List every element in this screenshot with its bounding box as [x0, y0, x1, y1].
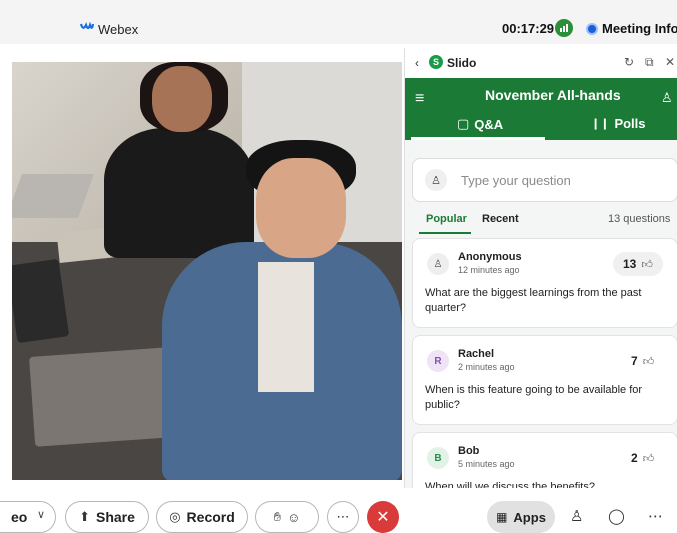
raise-hand-icon: ✋︎	[273, 509, 282, 524]
app-title: Webex	[98, 22, 139, 37]
question-card: R Rachel 2 minutes ago 7 👍︎ When is this…	[412, 335, 677, 425]
question-author: Bob	[458, 445, 480, 457]
close-icon[interactable]: ✕	[665, 55, 675, 69]
vote-count: 2	[631, 451, 638, 465]
reaction-smiley-icon: ☺	[287, 509, 301, 525]
tab-qa[interactable]: ▢ Q&A	[457, 116, 503, 132]
question-card: ♙ Anonymous 12 minutes ago 13 👍︎ What ar…	[412, 238, 677, 328]
user-avatar-icon: ♙	[425, 169, 447, 191]
end-call-x-icon: ✕	[376, 509, 390, 526]
meeting-info-button[interactable]: Meeting Info	[586, 21, 677, 36]
filter-recent[interactable]: Recent	[482, 213, 519, 225]
upvote-button[interactable]: 7 👍︎	[621, 349, 664, 373]
ask-question-box[interactable]: ♙	[412, 158, 677, 202]
record-icon: ◎	[169, 509, 181, 524]
network-signal-icon[interactable]	[555, 19, 573, 37]
share-icon: ⬆︎	[79, 509, 90, 524]
apps-button[interactable]: ▦ Apps	[487, 501, 555, 533]
question-time: 2 minutes ago	[458, 362, 515, 372]
video-person-woman	[104, 128, 254, 258]
tab-polls-label: Polls	[614, 116, 646, 131]
video-button[interactable]: eo	[0, 501, 56, 533]
share-button-label: Share	[95, 509, 135, 525]
active-tab-indicator	[411, 137, 545, 140]
slido-event-header: ≡ November All-hands ♙ ▢ Q&A ❙❙ Polls	[405, 78, 677, 140]
participant-video	[12, 62, 402, 480]
thumbs-up-icon: 👍︎	[642, 452, 655, 465]
refresh-icon[interactable]: ↻	[624, 55, 634, 69]
anonymous-avatar-icon: ♙	[427, 253, 449, 275]
apps-button-label: Apps	[513, 509, 546, 525]
event-title: November All-hands	[485, 87, 621, 103]
qa-bubble-icon: ▢	[457, 116, 470, 131]
question-text: What are the biggest learnings from the …	[425, 287, 642, 314]
apps-grid-icon: ▦	[496, 510, 508, 524]
question-count: 13 questions	[608, 213, 671, 225]
meeting-controls-bar: eo ∨ ⬆︎ Share ◎ Record ✋︎ ☺ ⋯ ✕ ▦ Apps ♙…	[0, 488, 677, 533]
video-laptop	[12, 174, 95, 218]
record-button-label: Record	[186, 509, 235, 525]
webex-logo-icon	[80, 22, 94, 30]
slido-panel: ‹ S Slido ↻ ⧉ ✕ ≡ November All-hands ♙ ▢…	[404, 48, 677, 488]
record-button[interactable]: ◎ Record	[156, 501, 248, 533]
slido-panel-header: ‹ S Slido ↻ ⧉ ✕	[405, 48, 677, 78]
video-person-woman-face	[152, 66, 212, 132]
share-button[interactable]: ⬆︎ Share	[65, 501, 149, 533]
slido-logo-icon: S	[429, 55, 443, 69]
question-time: 12 minutes ago	[458, 265, 520, 275]
tab-polls[interactable]: ❙❙ Polls	[591, 116, 646, 131]
upvote-button[interactable]: 13 👍︎	[613, 252, 663, 276]
video-laptop-front	[29, 347, 175, 447]
end-call-button[interactable]: ✕	[367, 501, 399, 533]
meeting-info-icon	[586, 22, 598, 35]
pop-out-icon[interactable]: ⧉	[645, 55, 654, 70]
upvote-button[interactable]: 2 👍︎	[621, 446, 664, 470]
polls-bars-icon: ❙❙	[591, 118, 610, 130]
meeting-timer: 00:17:29	[502, 21, 555, 36]
title-bar: Webex 00:17:29 Meeting Info	[0, 0, 677, 44]
reactions-button[interactable]: ✋︎ ☺	[255, 501, 319, 533]
meeting-info-label: Meeting Info	[602, 21, 677, 36]
video-person-man-shirt	[258, 262, 314, 392]
thumbs-up-icon: 👍︎	[642, 355, 655, 368]
more-options-button[interactable]: ⋯	[327, 501, 359, 533]
hamburger-menu-icon[interactable]: ≡	[415, 90, 424, 108]
vote-count: 7	[631, 354, 638, 368]
overflow-ellipsis-icon[interactable]: ⋯	[648, 507, 663, 525]
author-avatar: B	[427, 447, 449, 469]
tab-qa-label: Q&A	[474, 116, 504, 132]
participants-icon[interactable]: ♙	[570, 507, 583, 525]
user-profile-icon[interactable]: ♙	[661, 90, 673, 106]
active-filter-indicator	[419, 232, 471, 234]
slido-panel-title: Slido	[447, 56, 477, 70]
question-card: B Bob 5 minutes ago 2 👍︎ When will we di…	[412, 432, 677, 488]
video-button-label: eo	[11, 509, 28, 525]
author-avatar: R	[427, 350, 449, 372]
filter-popular[interactable]: Popular	[426, 213, 467, 225]
question-time: 5 minutes ago	[458, 459, 515, 469]
question-author: Rachel	[458, 348, 495, 360]
ellipsis-icon: ⋯	[336, 509, 350, 524]
question-text: When will we discuss the benefits?	[425, 481, 595, 488]
video-person-man-face	[256, 158, 346, 258]
question-author: Anonymous	[458, 251, 522, 263]
vote-count: 13	[623, 257, 637, 271]
question-input[interactable]	[461, 172, 651, 188]
back-chevron-icon[interactable]: ‹	[415, 56, 419, 70]
video-options-chevron-icon[interactable]: ∨	[37, 508, 45, 521]
thumbs-up-icon: 👍︎	[641, 258, 653, 271]
chat-bubble-icon[interactable]: ◯	[608, 507, 625, 525]
question-text: When is this feature going to be availab…	[425, 384, 643, 411]
